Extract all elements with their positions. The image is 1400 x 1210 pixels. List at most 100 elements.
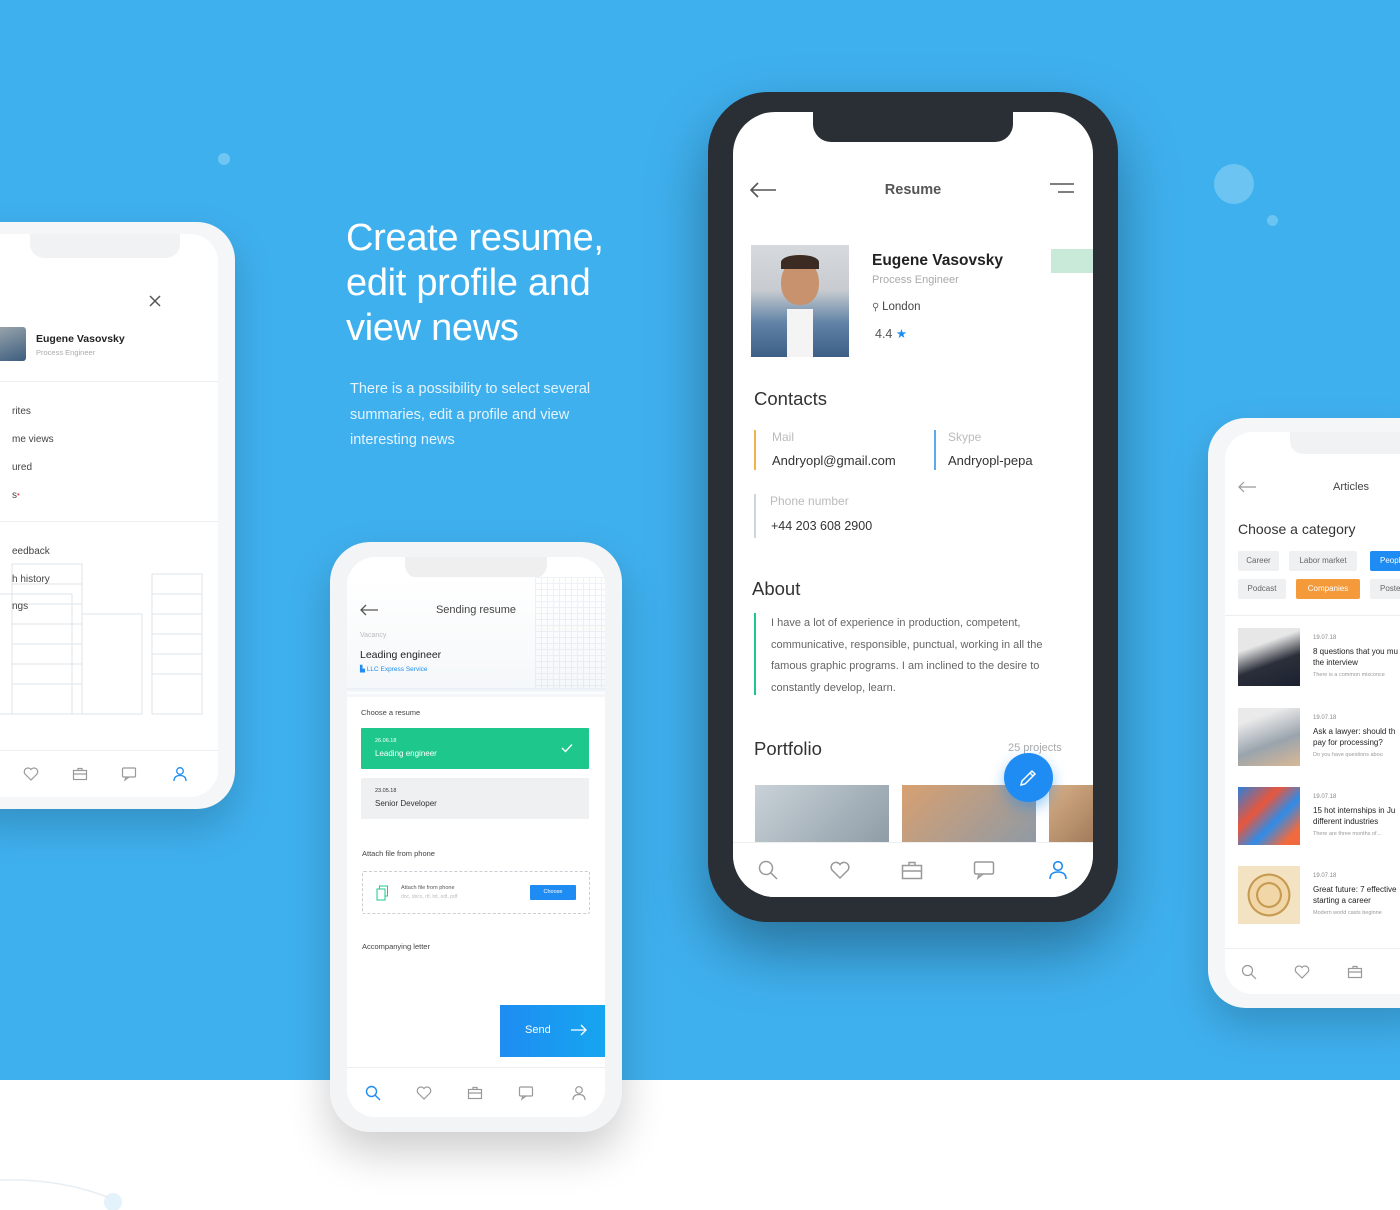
menu-item[interactable]: rites: [12, 406, 31, 417]
tab-bar: [0, 750, 218, 797]
portfolio-thumb[interactable]: [1049, 785, 1093, 845]
briefcase-icon[interactable]: [1347, 964, 1363, 980]
profile-icon[interactable]: [1048, 860, 1068, 880]
menu-user-name: Eugene Vasovsky: [36, 333, 125, 345]
phone-notch: [1290, 432, 1400, 454]
decor-curve: [0, 1179, 111, 1199]
decor-dot: [218, 153, 230, 165]
city-illustration: [535, 577, 605, 692]
portfolio-thumb[interactable]: [755, 785, 889, 845]
phone-value[interactable]: +44 203 608 2900: [771, 519, 872, 533]
category-chip[interactable]: Podcast: [1238, 579, 1286, 599]
menu-item[interactable]: ngs: [12, 601, 28, 612]
skype-value[interactable]: Andryopl-pepa: [948, 453, 1033, 468]
menu-item[interactable]: h history: [12, 574, 50, 585]
sending-screen: Sending resume Vacancy Leading engineer …: [347, 557, 605, 1117]
mail-label: Mail: [772, 430, 795, 444]
chat-icon[interactable]: [518, 1085, 536, 1101]
article-date: 19.07.18: [1313, 794, 1337, 800]
close-icon[interactable]: [148, 294, 162, 308]
heart-icon[interactable]: [829, 860, 851, 880]
left-phone: Eugene Vasovsky Process Engineer rites m…: [0, 222, 235, 809]
location-pin-icon: ⚲: [872, 302, 883, 313]
article-item[interactable]: 19.07.18 8 questions that you mu the int…: [1225, 628, 1400, 688]
profile-icon[interactable]: [571, 1085, 587, 1101]
send-button[interactable]: Send: [500, 1005, 605, 1057]
resume-option[interactable]: 23.05.18 Senior Developer: [361, 778, 589, 819]
resume-title: Senior Developer: [375, 799, 437, 808]
send-label: Send: [525, 1024, 551, 1036]
resume-option-selected[interactable]: 26.06.18 Leading engineer: [361, 728, 589, 769]
category-chip-active[interactable]: Peopl: [1370, 551, 1400, 571]
article-title: 8 questions that you mu: [1313, 647, 1398, 656]
portfolio-heading: Portfolio: [754, 738, 822, 759]
menu-screen: Eugene Vasovsky Process Engineer rites m…: [0, 234, 218, 797]
star-icon: ★: [895, 327, 908, 341]
article-thumb: [1238, 866, 1300, 924]
briefcase-icon[interactable]: [72, 766, 88, 782]
about-accent: [754, 613, 756, 695]
article-item[interactable]: 19.07.18 Great future: 7 effective start…: [1225, 866, 1400, 926]
building-icon: ▙: [360, 666, 367, 673]
divider: [1225, 615, 1400, 616]
profile-icon[interactable]: [172, 766, 188, 782]
skype-accent: [934, 430, 936, 470]
search-icon[interactable]: [758, 860, 778, 880]
menu-user-role: Process Engineer: [36, 348, 96, 357]
article-thumb: [1238, 708, 1300, 766]
menu-item[interactable]: s•: [12, 490, 20, 501]
notification-dot: •: [17, 490, 20, 499]
article-excerpt: There is a common misconce: [1313, 672, 1385, 678]
page-title: Sending resume: [435, 604, 517, 616]
decor-bubble: [1214, 164, 1254, 204]
menu-item[interactable]: eedback: [12, 546, 50, 557]
mail-value[interactable]: Andryopl@gmail.com: [772, 453, 896, 468]
article-thumb: [1238, 787, 1300, 845]
article-title: the interview: [1313, 658, 1358, 667]
resume-date: 26.06.18: [375, 738, 397, 744]
category-chip-active[interactable]: Companies: [1296, 579, 1360, 599]
skype-label: Skype: [948, 430, 982, 444]
phone-label: Phone number: [770, 494, 849, 508]
search-icon[interactable]: [365, 1085, 381, 1101]
hero-title: Create resume, edit profile and view new…: [346, 217, 604, 349]
search-icon[interactable]: [1241, 964, 1257, 980]
edit-button[interactable]: [1004, 753, 1053, 802]
status-tag: [1051, 249, 1093, 273]
company-link[interactable]: ▙ LLC Express Service: [360, 665, 428, 673]
profile-name: Eugene Vasovsky: [872, 252, 1003, 269]
contacts-heading: Contacts: [754, 388, 828, 409]
choose-file-button[interactable]: Choose: [530, 885, 576, 900]
hero-subtitle: There is a possibility to select several…: [350, 381, 591, 448]
attach-dropzone[interactable]: Attach file from phone doc, docx, rtf, t…: [362, 871, 590, 914]
resume-title: Leading engineer: [375, 749, 437, 758]
category-chip[interactable]: Career: [1238, 551, 1279, 571]
chat-icon[interactable]: [121, 766, 139, 782]
article-date: 19.07.18: [1313, 715, 1337, 721]
attach-title: Attach file from phone: [401, 885, 455, 891]
menu-icon[interactable]: [1049, 182, 1075, 196]
heart-icon[interactable]: [416, 1085, 432, 1101]
divider: [347, 688, 605, 694]
page-title: Resume: [884, 182, 942, 198]
briefcase-icon[interactable]: [467, 1085, 483, 1101]
phone-notch: [30, 234, 180, 258]
about-heading: About: [752, 578, 801, 599]
briefcase-icon[interactable]: [901, 860, 923, 880]
portfolio-count[interactable]: 25 projects: [1008, 742, 1062, 754]
profile-rating: 4.4 ★: [875, 327, 908, 341]
menu-item[interactable]: me views: [12, 434, 54, 445]
back-arrow-icon[interactable]: [1237, 481, 1257, 493]
category-chip[interactable]: Labor market: [1289, 551, 1357, 571]
sending-phone: Sending resume Vacancy Leading engineer …: [330, 542, 622, 1132]
letter-label: Accompanying letter: [362, 942, 430, 951]
article-item[interactable]: 19.07.18 15 hot internships in Ju differ…: [1225, 787, 1400, 847]
heart-icon[interactable]: [23, 766, 39, 782]
tab-bar: [347, 1067, 605, 1117]
heart-icon[interactable]: [1294, 964, 1310, 980]
article-title: Great future: 7 effective: [1313, 885, 1397, 894]
menu-item[interactable]: ured: [12, 462, 32, 473]
article-item[interactable]: 19.07.18 Ask a lawyer: should th pay for…: [1225, 708, 1400, 768]
chat-icon[interactable]: [973, 860, 997, 880]
category-chip[interactable]: Poste: [1370, 579, 1400, 599]
